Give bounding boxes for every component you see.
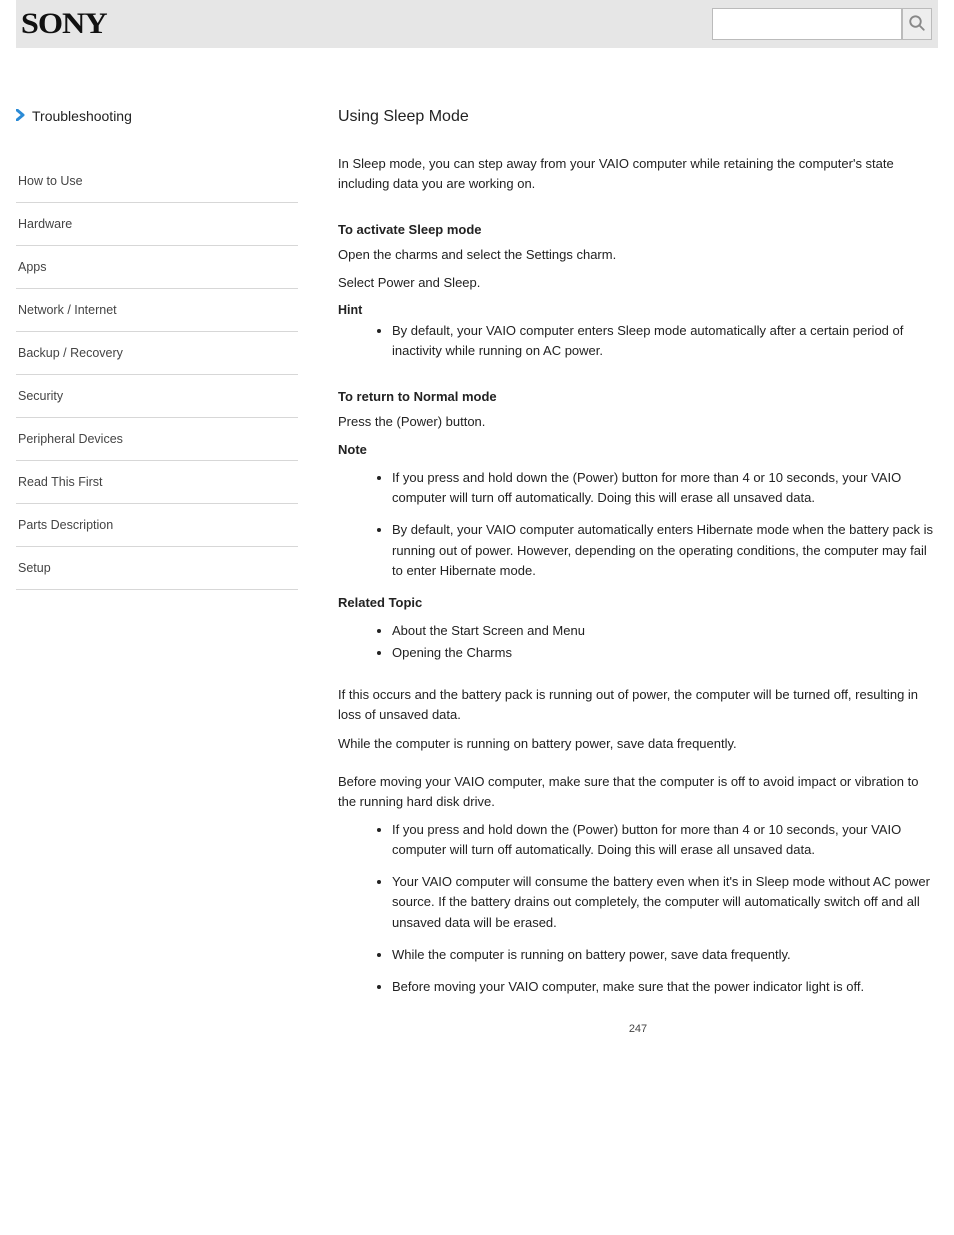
sidebar-item-link[interactable]: Setup — [18, 561, 298, 575]
hint-label-row: Hint — [338, 302, 938, 317]
related-label: Related Topic — [338, 593, 938, 613]
sidebar-list: How to Use Hardware Apps Network / Inter… — [16, 160, 298, 590]
sidebar-item-link[interactable]: Parts Description — [18, 518, 298, 532]
chevron-right-icon — [16, 109, 26, 124]
related-item[interactable]: About the Start Screen and Menu — [392, 621, 938, 641]
related-item[interactable]: Opening the Charms — [392, 643, 938, 663]
note-item: Before moving your VAIO computer, make s… — [392, 977, 938, 997]
search-button[interactable] — [902, 8, 932, 40]
hint-list: By default, your VAIO computer enters Sl… — [338, 321, 938, 361]
body-text: While the computer is running on battery… — [338, 734, 938, 754]
sidebar-item[interactable]: Peripheral Devices — [16, 418, 298, 461]
step-text: Select Power and Sleep. — [338, 273, 938, 293]
sidebar-item-link[interactable]: Security — [18, 389, 298, 403]
step-heading: To return to Normal mode — [338, 389, 938, 404]
sidebar-item-link[interactable]: Backup / Recovery — [18, 346, 298, 360]
note-item: If you press and hold down the (Power) b… — [392, 820, 938, 860]
caution-list: If you press and hold down the (Power) b… — [338, 468, 938, 581]
sidebar-item[interactable]: Network / Internet — [16, 289, 298, 332]
search-icon — [908, 14, 926, 35]
search-form — [712, 8, 932, 40]
sidebar-item[interactable]: Setup — [16, 547, 298, 590]
related-list: About the Start Screen and Menu Opening … — [338, 621, 938, 663]
main-content: Using Sleep Mode In Sleep mode, you can … — [298, 108, 938, 1035]
body-text: If this occurs and the battery pack is r… — [338, 685, 938, 725]
topbar: SONY — [16, 0, 938, 48]
step-text: Press the (Power) button. — [338, 412, 938, 432]
page-title: Using Sleep Mode — [338, 108, 938, 126]
body-text: Before moving your VAIO computer, make s… — [338, 772, 938, 812]
sidebar-item[interactable]: Parts Description — [16, 504, 298, 547]
hint-item: By default, your VAIO computer enters Sl… — [392, 321, 938, 361]
sidebar-item[interactable]: Security — [16, 375, 298, 418]
note-item: Your VAIO computer will consume the batt… — [392, 872, 938, 932]
sidebar: Troubleshooting How to Use Hardware Apps… — [16, 108, 298, 1035]
brand-logo: SONY — [19, 7, 107, 41]
hint-label: Hint — [338, 303, 362, 317]
sidebar-item-link[interactable]: Apps — [18, 260, 298, 274]
caution-item: By default, your VAIO computer automatic… — [392, 520, 938, 580]
sidebar-item-link[interactable]: Peripheral Devices — [18, 432, 298, 446]
sidebar-item[interactable]: Hardware — [16, 203, 298, 246]
sidebar-item-link[interactable]: Read This First — [18, 475, 298, 489]
caution-item: If you press and hold down the (Power) b… — [392, 468, 938, 508]
intro-text: In Sleep mode, you can step away from yo… — [338, 154, 938, 194]
notes-list: If you press and hold down the (Power) b… — [338, 820, 938, 997]
note-label: Note — [338, 440, 938, 460]
sidebar-item[interactable]: How to Use — [16, 160, 298, 203]
step-text: Open the charms and select the Settings … — [338, 245, 938, 265]
search-input[interactable] — [712, 8, 902, 40]
sidebar-item-link[interactable]: Network / Internet — [18, 303, 298, 317]
sidebar-item[interactable]: Backup / Recovery — [16, 332, 298, 375]
note-item: While the computer is running on battery… — [392, 945, 938, 965]
step-heading: To activate Sleep mode — [338, 222, 938, 237]
sidebar-item[interactable]: Apps — [16, 246, 298, 289]
sidebar-item[interactable]: Read This First — [16, 461, 298, 504]
page-number: 247 — [338, 1023, 938, 1035]
sidebar-item-link[interactable]: How to Use — [18, 174, 298, 188]
sidebar-title-text: Troubleshooting — [32, 108, 132, 124]
sidebar-title: Troubleshooting — [16, 108, 298, 132]
sidebar-item-link[interactable]: Hardware — [18, 217, 298, 231]
